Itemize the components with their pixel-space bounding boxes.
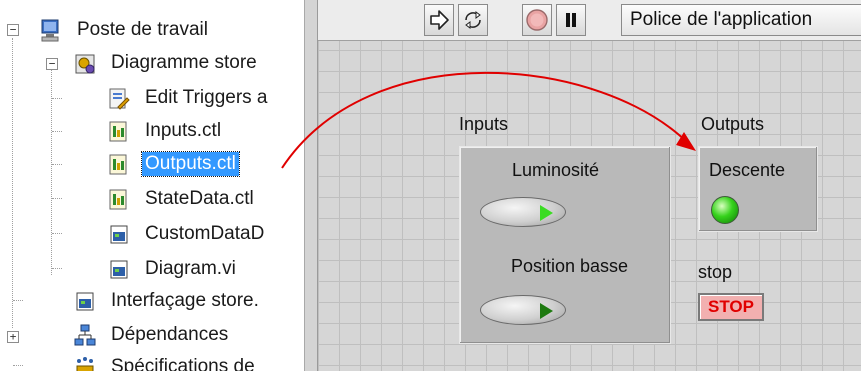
vi-file-icon: [108, 258, 130, 280]
abort-button[interactable]: [522, 4, 552, 36]
run-arrow-icon: [430, 10, 449, 30]
tree-item-label: Poste de travail: [77, 19, 208, 40]
run-button[interactable]: [424, 4, 454, 36]
stop-button[interactable]: STOP: [698, 293, 764, 321]
tree-item-label: Inputs.ctl: [145, 120, 222, 141]
abort-icon: [526, 9, 548, 31]
luminosite-label: Luminosité: [512, 160, 600, 180]
stop-label: stop: [698, 262, 733, 282]
tree-connector: [52, 198, 62, 199]
tree-item-specifications[interactable]: Spécifications de: [74, 352, 258, 371]
tree-item-label: CustomDataD: [145, 223, 265, 244]
tree-connector: [52, 131, 62, 132]
control-file-icon: [108, 153, 130, 175]
tree-item-outputs-ctl[interactable]: Outputs.ctl: [108, 149, 240, 179]
tree-connector: [13, 365, 23, 366]
vi-file-icon: [74, 290, 96, 312]
tree-item-dependances[interactable]: Dépendances: [74, 320, 231, 350]
tree-connector: [52, 98, 62, 99]
tree-connector: [52, 164, 62, 165]
led-indicator-icon: [540, 303, 553, 319]
luminosite-switch[interactable]: [480, 197, 566, 227]
edit-document-icon: [108, 87, 130, 110]
project-tree: − Poste de travail − Diagramme store Edi…: [0, 0, 312, 371]
tree-item-label: Diagram.vi: [145, 258, 236, 279]
computer-icon: [40, 19, 62, 42]
tree-item-inputs-ctl[interactable]: Inputs.ctl: [108, 116, 224, 146]
library-icon: [74, 52, 96, 74]
inputs-cluster-label: Inputs: [459, 114, 509, 134]
tree-connector: [52, 233, 62, 234]
control-file-icon: [108, 188, 130, 210]
control-file-icon: [108, 120, 130, 142]
outputs-cluster-label: Outputs: [701, 114, 765, 134]
pane-splitter[interactable]: [304, 0, 318, 371]
collapse-toggle[interactable]: −: [7, 24, 19, 36]
tree-item-edit-triggers[interactable]: Edit Triggers a: [108, 83, 271, 113]
tree-item-label: Diagramme store: [111, 52, 257, 73]
tree-item-label-selected: Outputs.ctl: [141, 151, 240, 177]
tree-item-statedata-ctl[interactable]: StateData.ctl: [108, 184, 257, 214]
font-selector[interactable]: Police de l'application: [621, 4, 861, 36]
tree-connector: [13, 300, 23, 301]
run-continuously-button[interactable]: [458, 4, 488, 36]
led-indicator-icon: [540, 205, 553, 221]
build-specifications-icon: [74, 356, 96, 371]
toolbar: Police de l'application: [318, 0, 861, 41]
tree-item-customdata[interactable]: CustomDataD: [108, 219, 267, 249]
dependencies-icon: [74, 324, 96, 346]
expand-toggle[interactable]: +: [7, 331, 19, 343]
position-basse-label: Position basse: [511, 256, 629, 276]
tree-connector: [52, 268, 62, 269]
tree-item-label: Spécifications de: [111, 356, 255, 371]
tree-connector: [12, 38, 13, 328]
pause-button[interactable]: [556, 4, 586, 36]
tree-item-label: Dépendances: [111, 324, 229, 345]
pause-icon: [566, 13, 576, 27]
run-continuously-icon: [465, 11, 481, 29]
tree-item-diagramme-store[interactable]: Diagramme store: [74, 48, 260, 78]
descente-led: [711, 196, 739, 224]
descente-label: Descente: [709, 160, 786, 180]
tree-item-label: Edit Triggers a: [145, 87, 268, 108]
tree-item-diagram-vi[interactable]: Diagram.vi: [108, 254, 239, 284]
tree-item-label: StateData.ctl: [145, 188, 254, 209]
tree-item-poste-de-travail[interactable]: Poste de travail: [40, 15, 211, 45]
collapse-toggle[interactable]: −: [46, 58, 58, 70]
tree-connector: [51, 70, 52, 275]
tree-item-label: Interfaçage store.: [111, 290, 259, 311]
position-basse-switch[interactable]: [480, 295, 566, 325]
tree-item-interfacage-store[interactable]: Interfaçage store.: [74, 286, 262, 316]
vi-file-icon: [108, 223, 130, 245]
